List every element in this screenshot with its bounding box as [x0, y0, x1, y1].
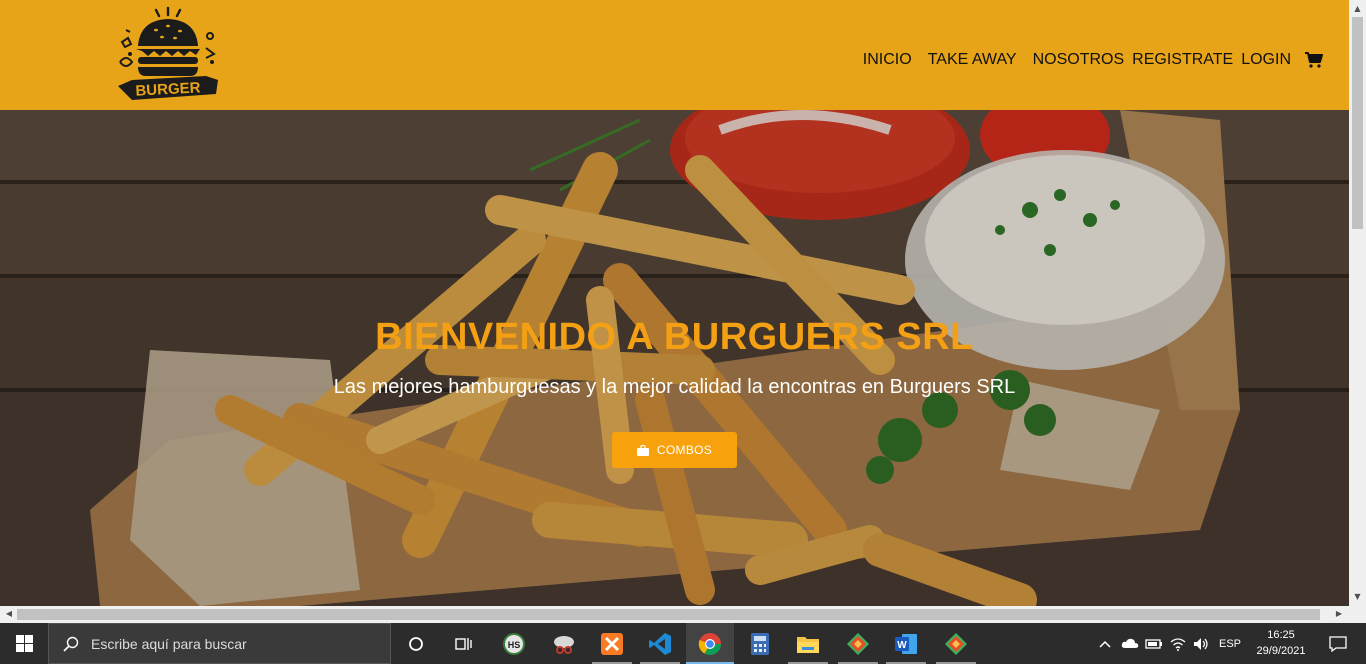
nav-registrate[interactable]: REGISTRATE [1132, 51, 1233, 69]
vertical-scrollbar[interactable]: ▲ ▼ [1349, 0, 1366, 606]
nav-login[interactable]: LOGIN [1241, 51, 1291, 69]
nav-nosotros[interactable]: NOSOTROS [1033, 51, 1125, 69]
hubspot-icon[interactable]: HS [490, 623, 538, 664]
vscode-icon[interactable] [636, 623, 684, 664]
chevron-up-icon[interactable] [1094, 623, 1116, 664]
search-icon [63, 636, 79, 652]
clock-date: 29/9/2021 [1256, 645, 1306, 657]
scroll-down-icon[interactable]: ▼ [1353, 592, 1362, 601]
git-icon[interactable] [932, 623, 980, 664]
language-label: ESP [1218, 637, 1241, 650]
svg-text:BURGER: BURGER [135, 79, 201, 99]
burger-logo[interactable]: BURGER [112, 6, 224, 104]
task-view-icon[interactable] [440, 623, 488, 664]
battery-icon[interactable] [1142, 623, 1166, 664]
combos-button[interactable]: COMBOS [612, 432, 737, 468]
taskbar-search-box[interactable]: Escribe aquí para buscar [48, 623, 391, 664]
xampp-icon[interactable] [588, 623, 636, 664]
horizontal-scrollbar[interactable]: ◀ ▶ [0, 606, 1349, 623]
svg-text:HS: HS [508, 640, 521, 650]
combos-label: COMBOS [656, 443, 713, 457]
chrome-icon[interactable] [686, 623, 734, 664]
vertical-scroll-thumb[interactable] [1352, 17, 1363, 229]
snipping-icon[interactable] [540, 623, 588, 664]
file-explorer-icon[interactable] [784, 623, 832, 664]
nav-inicio[interactable]: INICIO [863, 51, 912, 69]
horizontal-scroll-thumb[interactable] [17, 609, 1320, 620]
hero-title: BIENVENIDO A BURGUERS SRL [375, 316, 974, 358]
notification-icon[interactable] [1318, 623, 1358, 664]
word-icon[interactable]: W [882, 623, 930, 664]
windows-icon [15, 635, 33, 652]
nav-take-away[interactable]: TAKE AWAY [928, 51, 1017, 69]
cortana-icon[interactable] [392, 623, 440, 664]
clock[interactable]: 16:25 29/9/2021 [1252, 627, 1310, 659]
volume-icon[interactable] [1190, 623, 1212, 664]
svg-text:W: W [897, 640, 907, 651]
scroll-up-icon[interactable]: ▲ [1353, 4, 1362, 13]
nav-links: INICIO TAKE AWAY NOSOTROS REGISTRATE LOG… [863, 50, 1325, 70]
scroll-left-icon[interactable]: ◀ [4, 609, 14, 619]
hero-section: BIENVENIDO A BURGUERS SRL Las mejores ha… [0, 110, 1349, 606]
clock-time: 16:25 [1267, 629, 1295, 641]
bag-icon [636, 444, 649, 456]
onedrive-icon[interactable] [1118, 623, 1142, 664]
taskbar: Escribe aquí para buscar HS W ESP 16:25 … [0, 623, 1366, 664]
wifi-icon[interactable] [1166, 623, 1190, 664]
cart-icon[interactable] [1305, 50, 1325, 70]
calculator-icon[interactable] [736, 623, 784, 664]
language-indicator[interactable]: ESP [1214, 623, 1246, 664]
browser-page: BURGER INICIO TAKE AWAY NOSOTROS REGISTR… [0, 0, 1349, 606]
hero-subtitle: Las mejores hamburguesas y la mejor cali… [333, 376, 1016, 398]
windows-start-button[interactable] [0, 623, 48, 664]
scroll-right-icon[interactable]: ▶ [1334, 609, 1344, 619]
scrollbar-corner [1349, 606, 1366, 623]
git-icon[interactable] [834, 623, 882, 664]
navbar: BURGER INICIO TAKE AWAY NOSOTROS REGISTR… [0, 0, 1349, 110]
search-placeholder: Escribe aquí para buscar [91, 635, 247, 652]
